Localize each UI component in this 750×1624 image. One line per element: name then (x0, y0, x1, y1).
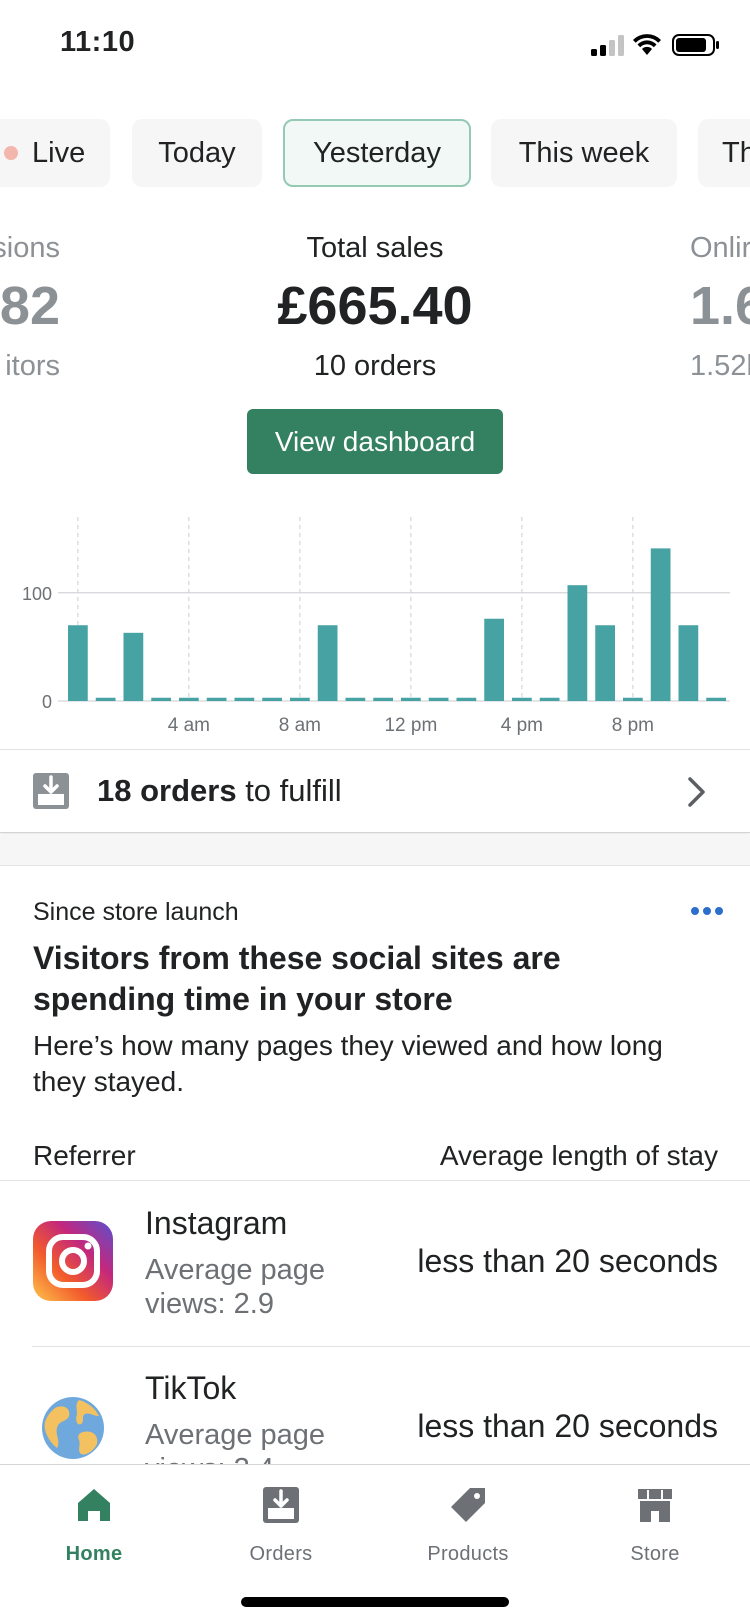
social-referrers-card: Since store launch Visitors from these s… (0, 866, 750, 1485)
chart-bar (151, 697, 171, 701)
chart-x-tick-label: 8 am (279, 715, 321, 735)
metric-online-store[interactable]: Onlir 1.6 1.52l (690, 228, 750, 388)
chart-bar (206, 697, 227, 701)
metric-value: 82 (0, 276, 60, 336)
chart-x-tick-label: 4 pm (501, 715, 543, 735)
tab-orders[interactable]: Orders (187, 1465, 375, 1575)
chart-bar (428, 697, 449, 701)
metric-total-sales[interactable]: Total sales £665.40 10 orders (175, 228, 575, 388)
period-chip-yesterday[interactable]: Yesterday (283, 119, 471, 187)
chart-bar (317, 625, 338, 701)
metric-label: sions (0, 232, 60, 264)
status-time: 11:10 (60, 26, 136, 58)
period-chip-label: Yesterday (313, 137, 441, 169)
chart-y-tick-label: 100 (22, 584, 52, 604)
tag-icon (451, 1488, 485, 1522)
metric-label: Total sales (306, 232, 444, 264)
chart-bar (567, 585, 588, 701)
tab-label: Products (427, 1543, 509, 1565)
metric-sessions[interactable]: sions 82 itors (0, 228, 60, 388)
orders-to-fulfill-text: 18 orders to fulfill (97, 770, 342, 812)
battery-icon (672, 34, 719, 56)
live-dot-icon (4, 146, 18, 160)
home-indicator (241, 1597, 509, 1607)
chart-bar (512, 697, 532, 701)
referrer-stay: less than 20 seconds (417, 1408, 718, 1444)
chart-bar (95, 697, 116, 701)
globe-icon (42, 1397, 104, 1459)
chart-x-tick-label: 12 pm (384, 715, 437, 735)
tab-store[interactable]: Store (561, 1465, 749, 1575)
column-header-referrer: Referrer (33, 1140, 136, 1171)
section-divider (0, 834, 750, 866)
card-kicker: Since store launch (33, 898, 239, 926)
metric-sub: 1.52l (690, 350, 750, 382)
tab-label: Orders (249, 1543, 313, 1565)
period-chip-label: This week (518, 137, 650, 169)
tab-home[interactable]: Home (0, 1465, 188, 1575)
chart-bar (123, 632, 144, 701)
period-chip-label: Live (32, 137, 86, 169)
period-chip-label: Th (722, 137, 750, 169)
home-icon (78, 1489, 110, 1521)
card-description: Here’s how many pages they viewed and ho… (33, 1030, 663, 1097)
wifi-icon (633, 34, 661, 55)
chart-bar (68, 625, 88, 701)
chart-bar (373, 697, 393, 701)
period-chip-this-week[interactable]: This week (491, 119, 677, 187)
chart-bar (179, 697, 199, 701)
referrer-name: Instagram (145, 1205, 288, 1241)
chart-bar (234, 697, 255, 701)
column-header-stay: Average length of stay (439, 1140, 718, 1171)
tab-label: Store (630, 1543, 680, 1565)
status-bar: 11:10 (0, 0, 750, 92)
orders-inbox-icon (33, 773, 69, 809)
chart-bar (539, 697, 560, 701)
metric-value: 1.6 (690, 276, 750, 336)
referrer-stay: less than 20 seconds (417, 1243, 718, 1279)
chart-x-tick-label: 8 pm (612, 715, 654, 735)
referrer-name: TikTok (145, 1370, 237, 1406)
period-chip-live[interactable]: Live (0, 119, 110, 187)
chevron-right-icon (688, 777, 705, 807)
chart-y-tick-label: 0 (42, 692, 52, 712)
store-icon (638, 1489, 672, 1522)
chart-bar (290, 697, 310, 701)
metric-label: Onlir (690, 232, 750, 264)
chart-bar (262, 697, 282, 701)
referrer-page-views: Average page views: 2.9 (145, 1254, 326, 1320)
tab-products[interactable]: Products (374, 1465, 562, 1575)
metric-sub: 10 orders (313, 350, 437, 382)
chart-bar (484, 618, 504, 701)
metric-sub: itors (5, 350, 60, 382)
card-title: Visitors from these social sites are spe… (33, 940, 561, 1017)
tab-label: Home (65, 1543, 123, 1565)
period-chip-label: Today (158, 137, 236, 169)
more-options-icon[interactable] (690, 906, 724, 916)
chart-bar (706, 697, 726, 701)
period-selector: Live Today Yesterday This week Th (0, 119, 750, 187)
instagram-icon (33, 1221, 113, 1301)
view-dashboard-button[interactable]: View dashboard (247, 409, 503, 474)
chart-bar (678, 625, 699, 701)
orders-to-fulfill-suffix: to fulfill (236, 773, 342, 808)
orders-icon (263, 1487, 299, 1523)
orders-to-fulfill-row[interactable]: 18 orders to fulfill (0, 749, 750, 833)
row-divider (32, 1346, 750, 1347)
chart-x-tick-label: 4 am (168, 715, 210, 735)
cellular-signal-icon (591, 35, 624, 56)
period-chip-next[interactable]: Th (698, 119, 750, 187)
referrer-row-instagram[interactable]: Instagram Average page views: 2.9 less t… (0, 1181, 750, 1347)
period-chip-today[interactable]: Today (132, 119, 262, 187)
chart-bar (623, 697, 643, 701)
chart-bar (650, 548, 671, 701)
chart-bar (595, 625, 615, 701)
metric-value: £665.40 (277, 276, 473, 336)
orders-count: 18 orders (97, 773, 237, 808)
sales-bar-chart: 0 100 4 am 8 am 12 pm 4 pm 8 pm (22, 517, 730, 735)
chart-bar (401, 697, 421, 701)
chart-bar (456, 697, 477, 701)
chart-bar (345, 697, 366, 701)
